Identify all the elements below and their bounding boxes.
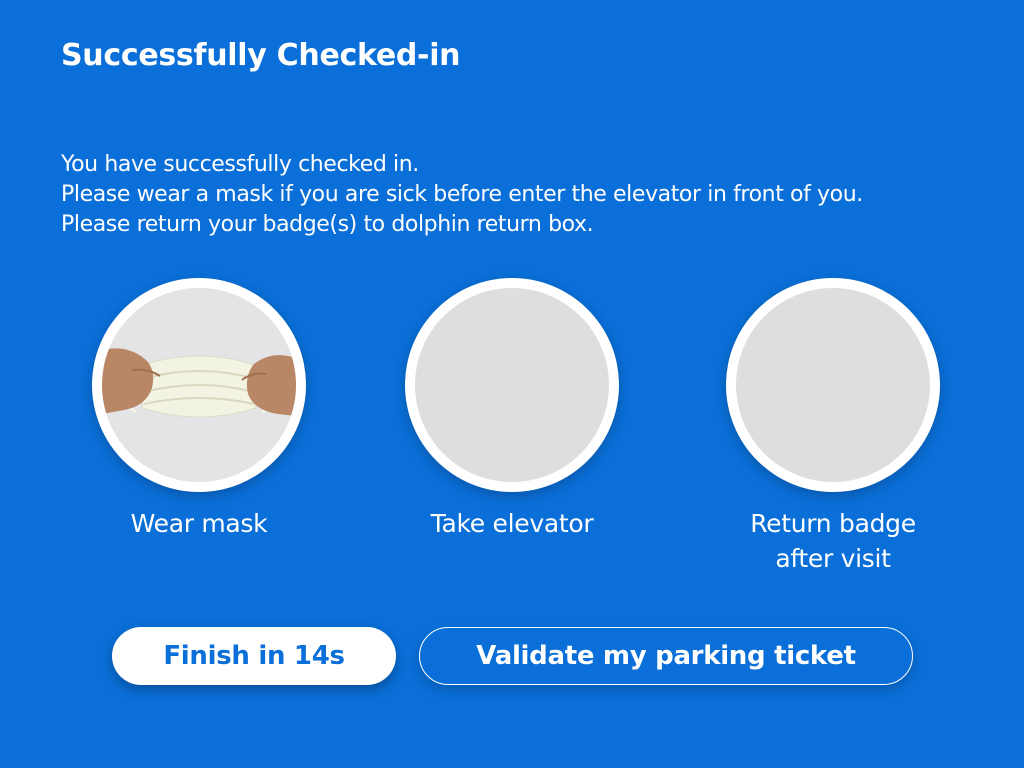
message-line: Please return your badge(s) to dolphin r… [61, 212, 594, 237]
step-image-frame [405, 278, 619, 492]
step-return-badge: Return badge after visit [703, 278, 963, 576]
mask-image [102, 288, 296, 482]
step-take-elevator: Take elevator [382, 278, 642, 541]
step-label: Wear mask [130, 509, 268, 538]
step-label-line: after visit [775, 544, 891, 573]
page-title: Successfully Checked-in [61, 38, 461, 73]
step-label: Return badge after visit [703, 506, 963, 576]
step-image-frame [726, 278, 940, 492]
checkin-message: You have successfully checked in. Please… [61, 150, 1001, 240]
badge-image-placeholder [736, 288, 930, 482]
message-line: Please wear a mask if you are sick befor… [61, 182, 863, 207]
elevator-image-placeholder [415, 288, 609, 482]
validate-parking-button-label: Validate my parking ticket [476, 641, 856, 671]
message-line: You have successfully checked in. [61, 152, 419, 177]
finish-button-label: Finish in 14s [163, 641, 345, 671]
step-image-frame [92, 278, 306, 492]
step-label: Take elevator [430, 509, 594, 538]
mask-photo [102, 288, 296, 482]
finish-button[interactable]: Finish in 14s [112, 627, 396, 685]
step-wear-mask: Wear mask [69, 278, 329, 541]
step-label-line: Return badge [750, 509, 916, 538]
validate-parking-button[interactable]: Validate my parking ticket [419, 627, 913, 685]
